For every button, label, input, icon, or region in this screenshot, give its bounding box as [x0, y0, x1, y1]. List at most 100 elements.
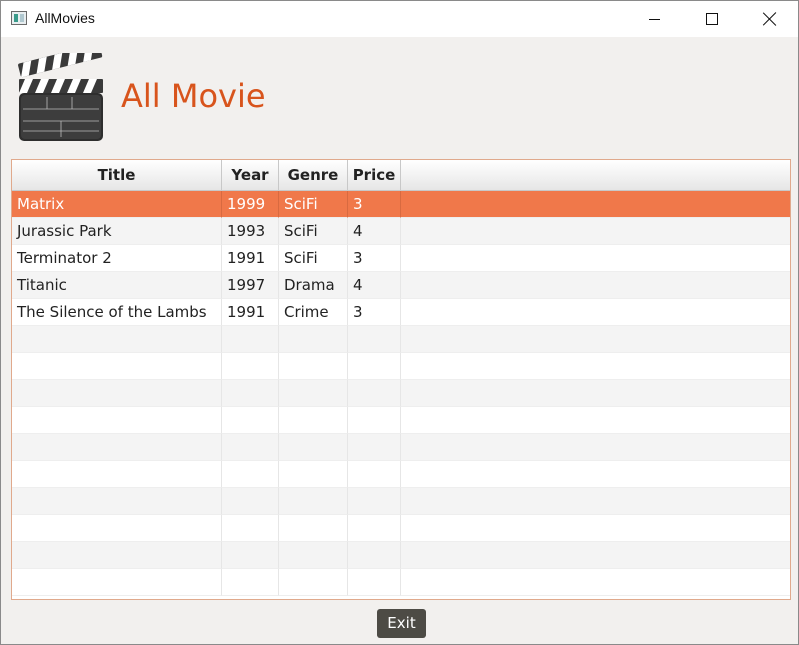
cell-year [222, 353, 279, 380]
cell-title [12, 380, 222, 407]
cell-genre [279, 407, 348, 434]
maximize-icon [706, 13, 718, 25]
cell-genre: Drama [279, 272, 348, 299]
column-header-year[interactable]: Year [222, 160, 279, 191]
cell-price [348, 569, 401, 596]
cell-price: 3 [348, 299, 401, 326]
column-header-price[interactable]: Price [348, 160, 401, 191]
column-header-filler [401, 160, 790, 191]
cell-title: Jurassic Park [12, 218, 222, 245]
cell-price [348, 542, 401, 569]
cell-title [12, 326, 222, 353]
cell-year [222, 407, 279, 434]
cell-price [348, 515, 401, 542]
cell-year [222, 515, 279, 542]
cell-price [348, 326, 401, 353]
cell-title: Terminator 2 [12, 245, 222, 272]
empty-table-row [12, 326, 790, 353]
cell-genre [279, 569, 348, 596]
cell-filler [401, 272, 790, 299]
cell-filler [401, 326, 790, 353]
cell-title [12, 542, 222, 569]
clapperboard-icon [18, 53, 103, 141]
cell-title: The Silence of the Lambs [12, 299, 222, 326]
cell-price [348, 488, 401, 515]
cell-year: 1991 [222, 299, 279, 326]
cell-genre [279, 488, 348, 515]
cell-title [12, 515, 222, 542]
title-bar: AllMovies [1, 1, 798, 37]
table-row[interactable]: Terminator 2 1991 SciFi 3 [12, 245, 790, 272]
cell-filler [401, 542, 790, 569]
cell-title [12, 569, 222, 596]
cell-filler [401, 461, 790, 488]
movies-table[interactable]: Title Year Genre Price Matrix 1999 SciFi 3 J… [11, 159, 791, 600]
cell-price [348, 461, 401, 488]
empty-table-row [12, 407, 790, 434]
cell-genre [279, 461, 348, 488]
maximize-button[interactable] [689, 1, 735, 37]
cell-year [222, 434, 279, 461]
cell-filler [401, 353, 790, 380]
empty-table-row [12, 542, 790, 569]
empty-table-row [12, 569, 790, 596]
empty-table-row [12, 353, 790, 380]
cell-price: 3 [348, 191, 401, 218]
cell-genre [279, 542, 348, 569]
table-row[interactable]: Titanic 1997 Drama 4 [12, 272, 790, 299]
close-button[interactable] [747, 1, 793, 37]
cell-year [222, 461, 279, 488]
cell-price [348, 353, 401, 380]
cell-title: Matrix [12, 191, 222, 218]
cell-year [222, 542, 279, 569]
cell-filler [401, 434, 790, 461]
cell-filler [401, 218, 790, 245]
exit-button[interactable]: Exit [377, 609, 426, 638]
close-icon [763, 12, 777, 26]
cell-filler [401, 299, 790, 326]
empty-table-row [12, 515, 790, 542]
app-window: AllMovies All Movie Title Year Genre Pri… [0, 0, 799, 645]
table-header: Title Year Genre Price [12, 160, 790, 191]
table-row[interactable]: Jurassic Park 1993 SciFi 4 [12, 218, 790, 245]
cell-filler [401, 515, 790, 542]
cell-filler [401, 569, 790, 596]
cell-filler [401, 380, 790, 407]
minimize-icon [648, 18, 660, 20]
cell-price: 4 [348, 218, 401, 245]
cell-year: 1999 [222, 191, 279, 218]
column-header-title[interactable]: Title [12, 160, 222, 191]
cell-title [12, 407, 222, 434]
cell-year: 1997 [222, 272, 279, 299]
cell-genre: SciFi [279, 191, 348, 218]
cell-year [222, 569, 279, 596]
table-row[interactable]: Matrix 1999 SciFi 3 [12, 191, 790, 218]
column-header-genre[interactable]: Genre [279, 160, 348, 191]
app-icon [11, 11, 27, 25]
cell-title [12, 353, 222, 380]
cell-year: 1991 [222, 245, 279, 272]
cell-title [12, 434, 222, 461]
cell-genre [279, 380, 348, 407]
cell-genre [279, 515, 348, 542]
empty-table-row [12, 488, 790, 515]
table-row[interactable]: The Silence of the Lambs 1991 Crime 3 [12, 299, 790, 326]
page-title: All Movie [121, 77, 266, 115]
empty-table-row [12, 380, 790, 407]
cell-year [222, 488, 279, 515]
cell-year [222, 380, 279, 407]
cell-genre [279, 353, 348, 380]
minimize-button[interactable] [631, 1, 677, 37]
empty-table-row [12, 461, 790, 488]
cell-genre [279, 326, 348, 353]
cell-genre: Crime [279, 299, 348, 326]
cell-genre [279, 434, 348, 461]
cell-price: 4 [348, 272, 401, 299]
cell-title: Titanic [12, 272, 222, 299]
cell-price [348, 434, 401, 461]
cell-filler [401, 407, 790, 434]
cell-price [348, 407, 401, 434]
cell-year: 1993 [222, 218, 279, 245]
window-title: AllMovies [35, 10, 95, 26]
cell-price [348, 380, 401, 407]
